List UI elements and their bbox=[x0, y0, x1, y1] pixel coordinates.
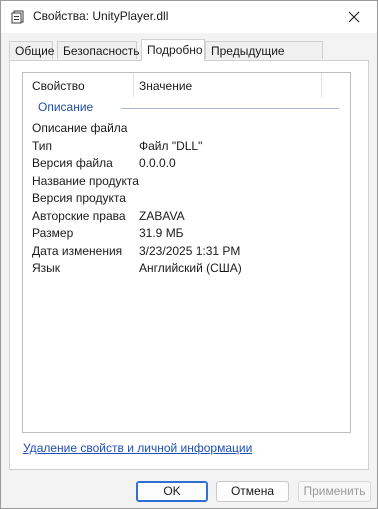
list-item[interactable]: Дата изменения 3/23/2025 1:31 PM bbox=[23, 243, 350, 260]
details-list[interactable]: Свойство Значение Описание Описание файл… bbox=[22, 72, 351, 433]
property-name: Название продукта bbox=[32, 174, 139, 188]
group-divider bbox=[121, 108, 339, 109]
property-value: Английский (США) bbox=[139, 261, 242, 275]
list-item[interactable]: Авторские права ZABAVA bbox=[23, 208, 350, 225]
tab-general[interactable]: Общие bbox=[9, 41, 54, 59]
close-button[interactable] bbox=[331, 1, 377, 33]
window-title: Свойства: UnityPlayer.dll bbox=[33, 9, 169, 23]
list-item[interactable]: Название продукта bbox=[23, 173, 350, 190]
tab-previous-versions[interactable]: Предыдущие версии bbox=[205, 41, 323, 76]
close-icon bbox=[348, 11, 360, 23]
property-name: Описание файла bbox=[32, 121, 128, 135]
property-name: Авторские права bbox=[32, 209, 126, 223]
property-name: Язык bbox=[32, 261, 61, 275]
property-name: Версия файла bbox=[32, 156, 113, 170]
property-value: Файл "DLL" bbox=[139, 139, 203, 153]
column-header: Свойство Значение bbox=[23, 73, 350, 97]
tab-details[interactable]: Подробно bbox=[141, 39, 205, 61]
ok-button[interactable]: OK bbox=[136, 481, 208, 502]
file-properties-icon bbox=[11, 10, 25, 24]
group-description: Описание bbox=[23, 99, 350, 115]
list-item[interactable]: Размер 31.9 МБ bbox=[23, 225, 350, 242]
remove-properties-link[interactable]: Удаление свойств и личной информации bbox=[23, 441, 252, 455]
property-name: Размер bbox=[32, 226, 74, 240]
list-item[interactable]: Тип Файл "DLL" bbox=[23, 138, 350, 155]
column-property[interactable]: Свойство bbox=[32, 79, 85, 93]
details-panel: Свойство Значение Описание Описание файл… bbox=[9, 60, 369, 470]
tab-security[interactable]: Безопасность bbox=[57, 41, 140, 59]
column-value[interactable]: Значение bbox=[139, 79, 192, 93]
title-bar[interactable]: Свойства: UnityPlayer.dll bbox=[1, 1, 377, 33]
apply-button[interactable]: Применить bbox=[298, 481, 371, 502]
properties-window: Свойства: UnityPlayer.dll Общие Безопасн… bbox=[0, 0, 378, 509]
property-value: 31.9 МБ bbox=[139, 226, 184, 240]
group-label: Описание bbox=[38, 100, 94, 114]
list-item[interactable]: Описание файла bbox=[23, 120, 350, 137]
column-separator[interactable] bbox=[321, 73, 322, 97]
property-name: Дата изменения bbox=[32, 244, 123, 258]
property-name: Тип bbox=[32, 139, 53, 153]
property-value: ZABAVA bbox=[139, 209, 185, 223]
list-item[interactable]: Версия продукта bbox=[23, 190, 350, 207]
column-separator[interactable] bbox=[133, 73, 134, 97]
list-item[interactable]: Версия файла 0.0.0.0 bbox=[23, 155, 350, 172]
property-name: Версия продукта bbox=[32, 191, 126, 205]
property-value: 0.0.0.0 bbox=[139, 156, 176, 170]
list-item[interactable]: Язык Английский (США) bbox=[23, 260, 350, 277]
property-value: 3/23/2025 1:31 PM bbox=[139, 244, 241, 258]
cancel-button[interactable]: Отмена bbox=[216, 481, 289, 502]
